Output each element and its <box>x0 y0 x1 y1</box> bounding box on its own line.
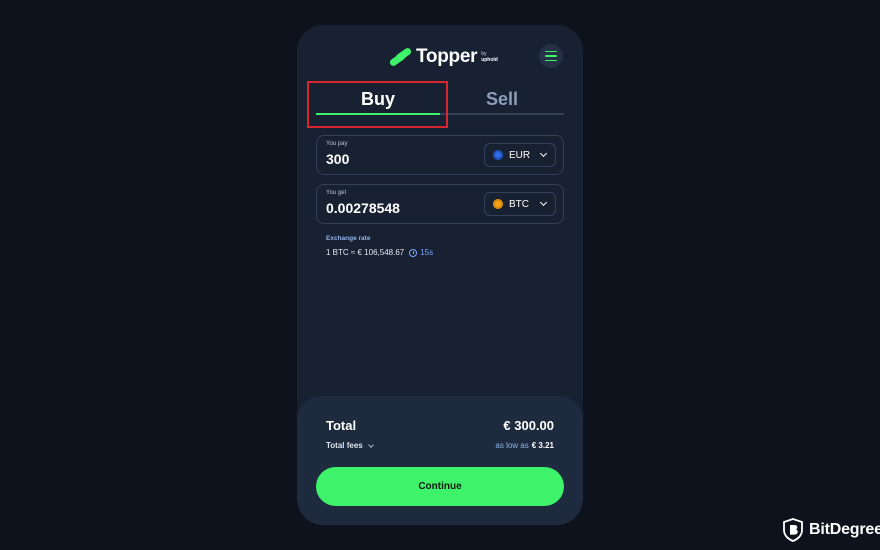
pay-currency-select[interactable]: EUR <box>484 143 556 167</box>
you-get-field[interactable]: You get 0.00278548 BTC <box>316 184 564 224</box>
brand-name: Topper <box>416 46 478 67</box>
total-fees-label: Total fees <box>326 441 363 450</box>
fees-prefix: as low as <box>495 441 529 450</box>
exchange-rate-label: Exchange rate <box>326 235 371 242</box>
euro-coin-icon <box>493 150 503 160</box>
order-summary-panel: Total € 300.00 Total fees as low as € 3.… <box>297 396 583 525</box>
you-get-amount[interactable]: 0.00278548 <box>326 200 400 216</box>
get-currency-code: BTC <box>509 198 529 210</box>
chevron-down-icon <box>539 149 548 158</box>
total-value: € 300.00 <box>503 418 554 433</box>
you-get-label: You get <box>326 190 347 196</box>
total-fees-toggle[interactable]: Total fees <box>326 441 374 450</box>
topper-logo-icon <box>388 46 413 68</box>
rate-refresh-timer: 15s <box>420 248 434 257</box>
topper-logo: Topper by uphold <box>388 46 498 68</box>
timer-icon <box>409 248 418 257</box>
brand-parent: uphold <box>481 57 498 63</box>
highlight-box <box>307 81 448 128</box>
topper-widget: Topper by uphold Buy Sell You pay 300 EU… <box>297 25 583 525</box>
hamburger-menu-icon[interactable] <box>539 44 563 68</box>
get-currency-select[interactable]: BTC <box>484 192 556 216</box>
exchange-rate-row: 1 BTC ≈ € 106,548.67 15s <box>326 248 433 257</box>
fees-value: as low as € 3.21 <box>495 441 554 450</box>
brand-by-uphold: by uphold <box>481 51 498 63</box>
you-pay-label: You pay <box>326 141 348 147</box>
bitdegree-shield-icon <box>783 518 803 542</box>
bitcoin-coin-icon <box>493 199 503 209</box>
chevron-down-icon <box>367 441 374 448</box>
continue-button[interactable]: Continue <box>316 467 564 506</box>
screen: Topper by uphold Buy Sell You pay 300 EU… <box>0 0 880 550</box>
pay-currency-code: EUR <box>509 149 531 161</box>
chevron-down-icon <box>539 198 548 207</box>
total-label: Total <box>326 418 357 433</box>
you-pay-field[interactable]: You pay 300 EUR <box>316 135 564 175</box>
header: Topper by uphold <box>297 25 583 85</box>
tab-sell-underline <box>440 113 564 115</box>
exchange-rate-value: 1 BTC ≈ € 106,548.67 <box>326 248 405 257</box>
bitdegree-text: BitDegree <box>809 521 880 538</box>
fees-amount: € 3.21 <box>531 441 554 450</box>
bitdegree-watermark: BitDegree <box>783 518 880 542</box>
you-pay-amount[interactable]: 300 <box>326 151 349 167</box>
